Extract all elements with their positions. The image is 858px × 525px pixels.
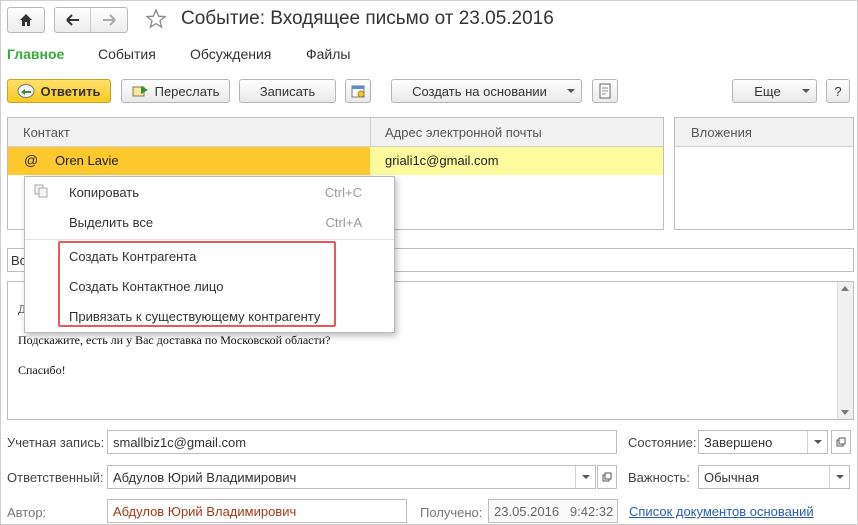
tab-events[interactable]: События (98, 46, 156, 62)
more-label: Еще (754, 83, 781, 99)
back-button[interactable] (55, 8, 91, 32)
chevron-down-icon (581, 475, 590, 479)
state-open-button[interactable] (831, 430, 851, 454)
reply-button[interactable]: Ответить (7, 79, 111, 103)
document-icon (599, 83, 611, 99)
state-label: Состояние: (628, 435, 697, 450)
menu-separator (25, 239, 394, 240)
chevron-down-icon (802, 89, 810, 93)
state-value: Завершено (704, 434, 773, 450)
save-button[interactable]: Записать (239, 79, 336, 103)
importance-value: Обычная (704, 469, 760, 485)
author-field[interactable]: Абдулов Юрий Владимирович (107, 499, 407, 523)
state-select[interactable]: Завершено (698, 430, 828, 454)
tab-main[interactable]: Главное (7, 46, 64, 62)
importance-dropdown-button[interactable] (829, 466, 849, 488)
author-label: Автор: (7, 505, 47, 520)
contact-name: Oren Lavie (55, 153, 119, 168)
reply-icon (17, 84, 35, 98)
help-label: ? (834, 83, 842, 99)
author-value: Абдулов Юрий Владимирович (113, 503, 297, 519)
arrow-left-icon (65, 14, 79, 26)
report-button[interactable] (592, 79, 618, 103)
responsible-open-button[interactable] (597, 465, 617, 489)
home-button[interactable] (7, 7, 45, 33)
responsible-label: Ответственный: (7, 470, 104, 485)
reply-label: Ответить (40, 83, 101, 99)
received-label: Получено: (420, 505, 483, 520)
calendar-button[interactable] (345, 79, 371, 103)
attachments-header: Вложения (691, 125, 752, 140)
page-title: Событие: Входящее письмо от 23.05.2016 (181, 8, 554, 29)
forward-mail-icon (132, 86, 148, 97)
forward-label: Переслать (154, 83, 220, 99)
tab-discussions[interactable]: Обсуждения (190, 46, 271, 62)
scroll-up-icon[interactable] (841, 286, 849, 291)
more-button[interactable]: Еще (732, 79, 817, 103)
arrow-right-icon (103, 14, 116, 26)
star-icon (145, 8, 167, 29)
email-value: griali1c@gmail.com (385, 153, 499, 168)
account-field[interactable]: smallbiz1c@gmail.com (107, 430, 617, 454)
state-dropdown-button[interactable] (807, 431, 827, 453)
highlight-box (58, 241, 336, 327)
base-documents-link[interactable]: Список документов оснований (629, 504, 814, 519)
chevron-down-icon (835, 475, 844, 479)
contact-cell[interactable]: @ Oren Lavie (8, 147, 370, 175)
favorite-star-button[interactable] (145, 8, 167, 33)
email-cell[interactable]: griali1c@gmail.com (370, 147, 663, 175)
home-icon (20, 14, 32, 26)
column-header-contact[interactable]: Контакт (23, 125, 70, 140)
scrollbar[interactable] (837, 282, 853, 419)
responsible-value: Абдулов Юрий Владимирович (113, 469, 297, 485)
menu-item-copy[interactable]: Копировать (69, 185, 139, 200)
open-icon (836, 437, 846, 447)
received-value: 23.05.2016 9:42:32 (494, 503, 614, 519)
menu-item-select-all[interactable]: Выделить все (69, 215, 153, 230)
forward-button[interactable] (91, 8, 127, 32)
body-line-3: Спасибо! (18, 363, 66, 377)
chevron-down-icon (813, 440, 822, 444)
responsible-dropdown-button[interactable] (575, 466, 595, 488)
create-based-label: Создать на основании (412, 83, 547, 99)
open-icon (602, 472, 612, 482)
shortcut-copy: Ctrl+C (324, 185, 362, 200)
at-sign-icon: @ (24, 152, 39, 168)
scroll-down-icon[interactable] (841, 410, 849, 415)
create-based-on-button[interactable]: Создать на основании (391, 79, 582, 103)
received-field: 23.05.2016 9:42:32 (488, 499, 618, 523)
shortcut-select-all: Ctrl+A (325, 215, 362, 230)
copy-icon (34, 184, 48, 198)
column-divider (370, 118, 371, 147)
responsible-field[interactable]: Абдулов Юрий Владимирович (107, 465, 596, 489)
table-header: Контакт Адрес электронной почты (8, 118, 663, 147)
importance-select[interactable]: Обычная (698, 465, 850, 489)
table-row[interactable]: @ Oren Lavie griali1c@gmail.com (8, 147, 663, 175)
history-nav (54, 7, 128, 33)
attachments-panel: Вложения (674, 117, 854, 230)
attachments-header-bar: Вложения (675, 118, 853, 147)
save-label: Записать (259, 83, 316, 99)
help-button[interactable]: ? (826, 79, 850, 103)
column-header-email[interactable]: Адрес электронной почты (385, 125, 542, 140)
tab-files[interactable]: Файлы (306, 46, 350, 62)
forward-message-button[interactable]: Переслать (121, 79, 230, 103)
calendar-icon (351, 85, 365, 98)
importance-label: Важность: (628, 470, 690, 485)
chevron-down-icon (567, 89, 575, 93)
account-value: smallbiz1c@gmail.com (113, 434, 247, 450)
body-line-2: Подскажите, есть ли у Вас доставка по Мо… (18, 333, 331, 347)
account-label: Учетная запись: (7, 435, 105, 450)
